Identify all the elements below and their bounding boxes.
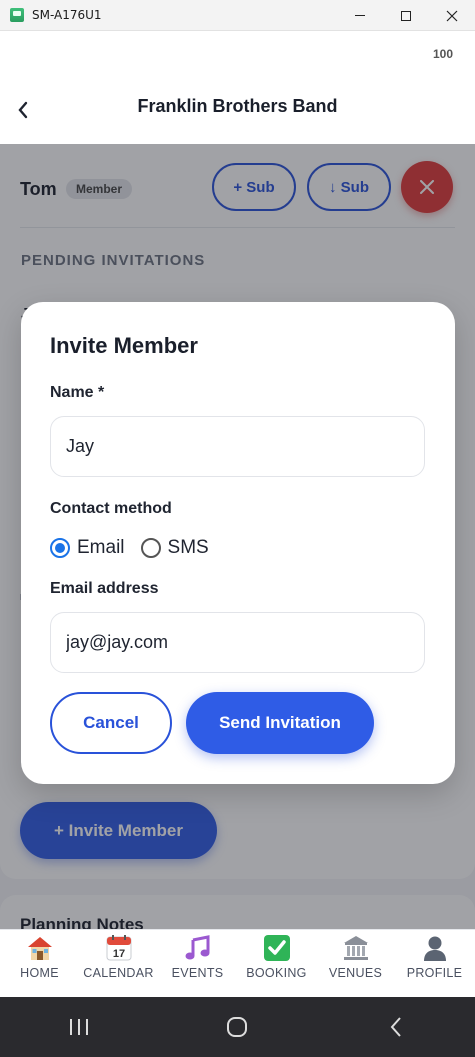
contact-method-label: Contact method [50,500,172,517]
email-radio[interactable] [50,538,70,558]
maximize-icon [401,10,411,21]
send-invitation-button[interactable]: Send Invitation [186,692,374,754]
sms-option[interactable]: SMS [140,537,209,559]
tab-label: HOME [20,966,59,980]
person-icon [420,933,450,963]
house-icon [25,933,55,963]
recent-apps-icon [70,1019,89,1035]
home-circle-icon [227,1017,248,1037]
app-header [0,31,475,144]
tab-home[interactable]: HOME [0,930,79,998]
close-icon [446,10,458,21]
tab-profile[interactable]: PROFILE [395,930,474,998]
music-notes-icon [183,933,213,963]
tab-label: EVENTS [171,966,224,980]
calendar-day: 17 [112,948,124,960]
status-value: 100 [432,47,453,61]
tab-booking[interactable]: BOOKING [237,930,316,998]
tab-calendar[interactable]: 17 CALENDAR [79,930,158,998]
tab-label: BOOKING [246,966,307,980]
tab-label: CALENDAR [83,966,154,980]
tab-label: VENUES [328,966,383,980]
minimize-button[interactable] [337,0,383,31]
email-option-label: Email [77,537,125,558]
tab-venues[interactable]: VENUES [316,930,395,998]
window-title-bar: SM-A176U1 [0,0,475,31]
bottom-tab-bar: HOME 17 CALENDAR EVENTS BOOKING VENUES P… [0,929,475,997]
window-title: SM-A176U1 [32,8,102,22]
check-box-icon [262,933,292,963]
email-option[interactable]: Email [50,537,125,559]
email-address-label: Email address [50,580,159,597]
window-controls [337,0,475,31]
name-field[interactable] [50,416,425,477]
contact-method-radio-group: Email SMS [50,536,225,560]
home-button[interactable] [207,1007,267,1047]
sms-option-label: SMS [167,537,209,558]
tab-events[interactable]: EVENTS [158,930,237,998]
system-navigation-bar [0,997,475,1057]
recent-apps-button[interactable] [49,1007,109,1047]
minimize-icon [355,15,365,16]
close-window-button[interactable] [429,0,475,31]
cancel-button[interactable]: Cancel [50,692,172,754]
sms-radio[interactable] [140,538,161,558]
invite-member-dialog: Invite Member Name * Contact method Emai… [21,302,455,784]
tab-label: PROFILE [406,966,463,980]
system-back-button[interactable] [366,1007,426,1047]
name-label: Name * [50,384,105,401]
classical-building-icon [341,933,371,963]
maximize-button[interactable] [383,0,429,31]
app-icon [10,8,24,22]
calendar-icon: 17 [104,933,134,963]
email-field[interactable] [50,612,425,673]
dialog-title: Invite Member [50,333,198,358]
back-chevron-icon [390,1017,401,1037]
page-title: Franklin Brothers Band [137,96,338,116]
